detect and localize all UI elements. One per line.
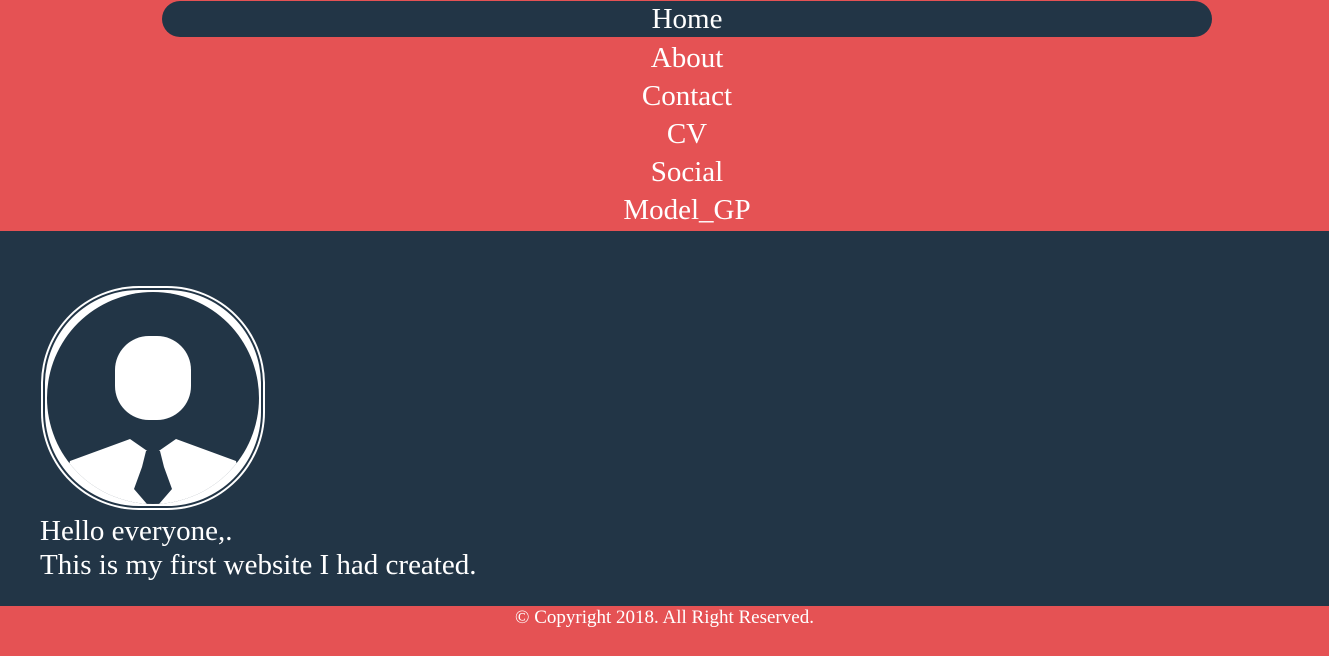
nav-item-cv[interactable]: CV <box>162 116 1212 152</box>
greeting-line-1: Hello everyone,. <box>40 515 233 547</box>
footer: © Copyright 2018. All Right Reserved. <box>0 606 1329 656</box>
copyright-text: © Copyright 2018. All Right Reserved. <box>515 607 814 628</box>
greeting-text: Hello everyone,. This is my first websit… <box>40 514 477 582</box>
user-tie-icon <box>41 286 265 510</box>
main-navigation: Home About Contact CV Social Model_GP <box>0 0 1329 231</box>
nav-item-contact[interactable]: Contact <box>162 78 1212 114</box>
nav-item-social[interactable]: Social <box>162 154 1212 190</box>
main-content: Hello everyone,. This is my first websit… <box>0 231 1329 606</box>
greeting-line-2: This is my first website I had created. <box>40 549 477 581</box>
nav-item-home[interactable]: Home <box>162 1 1212 37</box>
avatar <box>40 285 266 511</box>
nav-item-model-gp[interactable]: Model_GP <box>162 192 1212 228</box>
nav-item-about[interactable]: About <box>162 40 1212 76</box>
